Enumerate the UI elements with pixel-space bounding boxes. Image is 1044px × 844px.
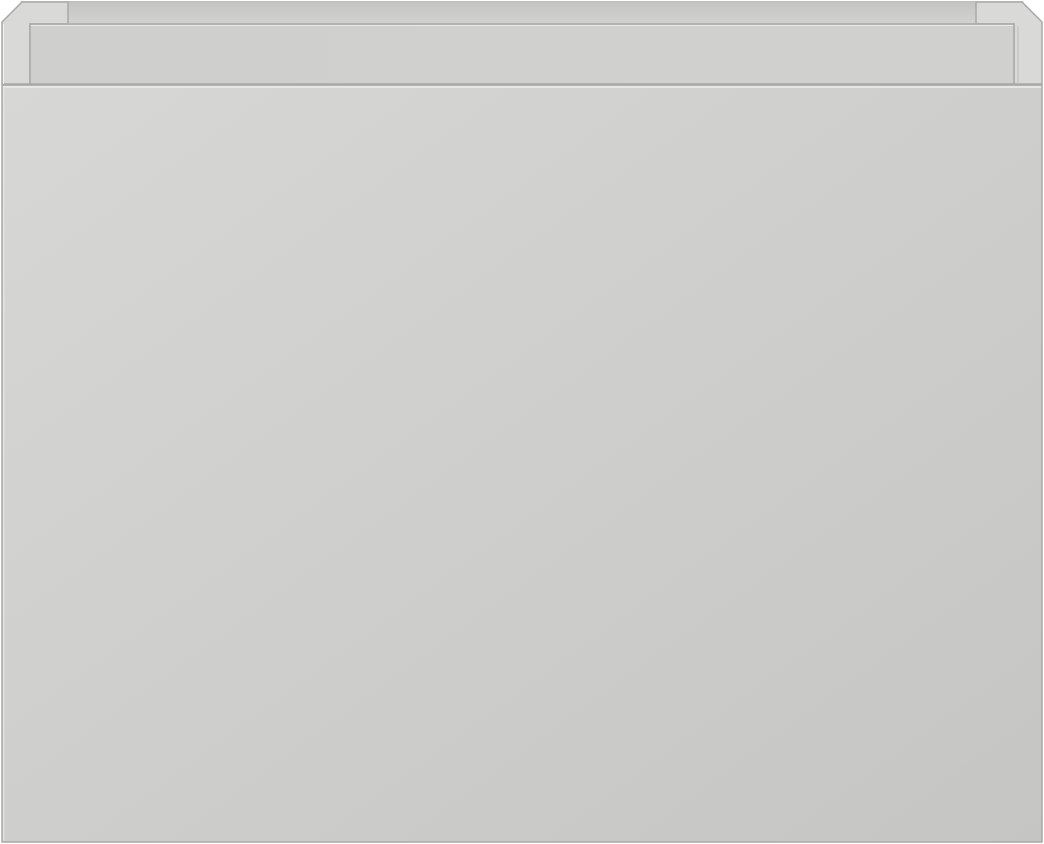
drawer-box: [1, 1, 1043, 85]
drawer-front: [1, 84, 1043, 843]
drawer-scene: [1, 1, 1043, 843]
drawer-inner-wall: [68, 2, 976, 24]
drawer-rim: [29, 23, 1015, 85]
